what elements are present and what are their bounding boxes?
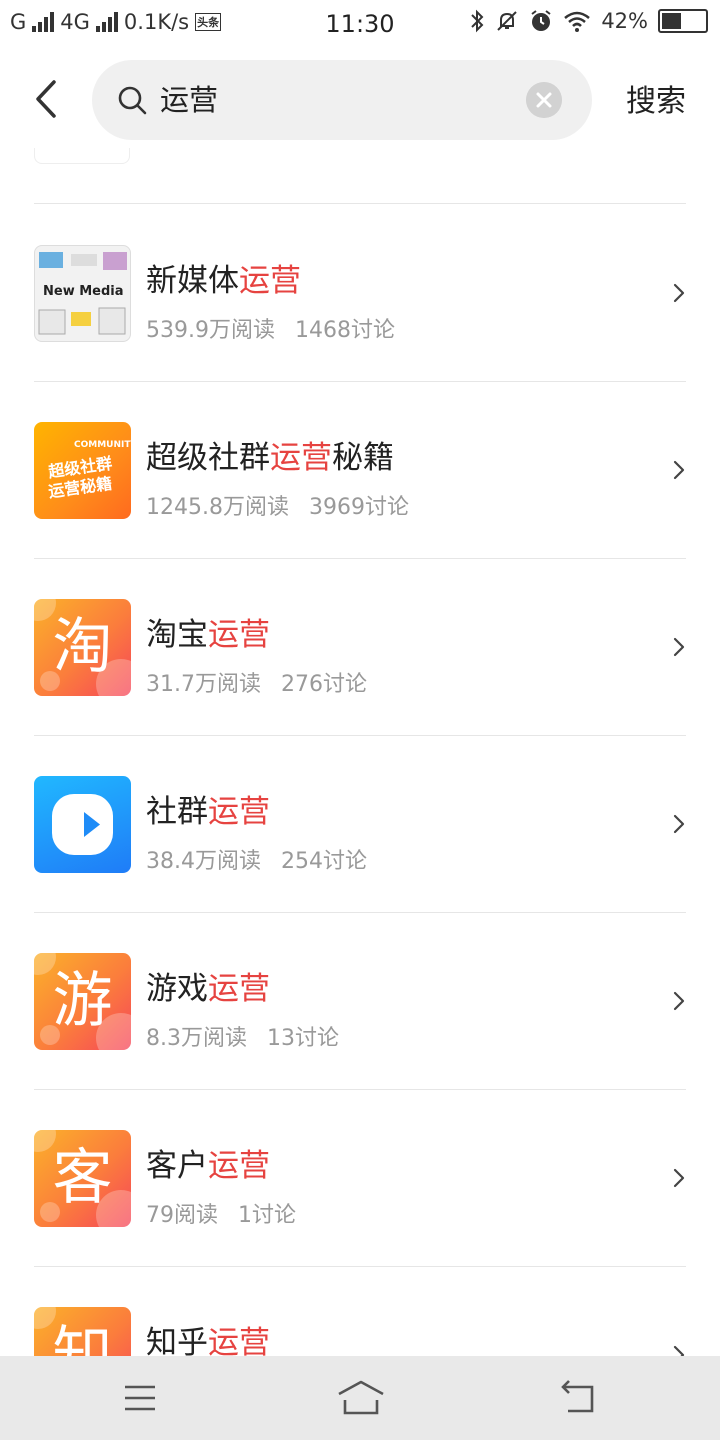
chevron-right-icon (673, 1168, 685, 1188)
list-item-title: 淘宝运营 (146, 609, 270, 654)
list-item[interactable]: New Media 新媒体运营 539.9万阅读 1468讨论 (34, 205, 686, 382)
back-arrow-icon[interactable] (24, 74, 68, 124)
list-item-title: 新媒体运营 (146, 255, 301, 300)
title-keyword: 运营 (270, 440, 332, 476)
title-keyword: 运营 (208, 1148, 270, 1184)
list-item-partial[interactable] (34, 148, 686, 204)
title-keyword: 运营 (208, 971, 270, 1007)
thumbnail-title: New Media (43, 284, 124, 299)
list-item-title: 超级社群运营秘籍 (146, 432, 394, 477)
list-item-meta: 38.4万阅读 254讨论 (146, 843, 367, 875)
title-keyword: 运营 (208, 794, 270, 830)
menu-icon[interactable] (120, 1378, 160, 1418)
result-rows: New Media 新媒体运营 539.9万阅读 1468讨论 COMMUNITY 超级社… (0, 205, 720, 1356)
list-item[interactable]: 知知乎运营 (34, 1267, 686, 1356)
thumbnail-char: 知 (52, 1320, 113, 1356)
title-prefix: 新媒体 (146, 263, 239, 299)
play-logo-thumbnail (34, 776, 131, 873)
clear-icon[interactable] (526, 82, 562, 118)
read-count: 539.9万阅读 (146, 318, 275, 343)
list-item[interactable]: 游游戏运营 8.3万阅读 13讨论 (34, 913, 686, 1090)
title-keyword: 运营 (239, 263, 301, 299)
read-count: 8.3万阅读 (146, 1026, 247, 1051)
char-thumbnail: 淘 (34, 599, 131, 696)
list-item-meta: 8.3万阅读 13讨论 (146, 1020, 339, 1052)
char-thumbnail: 知 (34, 1307, 131, 1356)
chevron-right-icon (673, 637, 685, 657)
mute-bell-icon (497, 11, 518, 31)
thumbnail-caption: COMMUNITY (74, 440, 131, 450)
discussion-count: 13讨论 (267, 1026, 339, 1051)
title-suffix: 秘籍 (332, 440, 394, 476)
bluetooth-icon (471, 9, 484, 33)
battery-percent: 42% (601, 9, 648, 33)
community-thumbnail: COMMUNITY 超级社群 运营秘籍 (34, 422, 131, 519)
alarm-icon (531, 10, 551, 31)
home-icon[interactable] (337, 1378, 385, 1418)
read-count: 79阅读 (146, 1203, 218, 1228)
discussion-count: 276讨论 (281, 672, 367, 697)
search-box[interactable] (92, 60, 592, 140)
list-item-title: 社群运营 (146, 786, 270, 831)
chevron-right-icon (673, 460, 685, 480)
list-item-meta: 539.9万阅读 1468讨论 (146, 312, 395, 344)
status-right: 42% (469, 9, 708, 33)
chevron-right-icon (673, 814, 685, 834)
status-bar: G 4G 0.1K/s 头条 11:30 42% (0, 0, 720, 50)
system-nav-bar (0, 1356, 720, 1440)
title-keyword: 运营 (208, 617, 270, 653)
list-item-meta: 31.7万阅读 276讨论 (146, 666, 367, 698)
chevron-right-icon (673, 991, 685, 1011)
wifi-icon (564, 11, 591, 32)
title-prefix: 知乎 (146, 1325, 208, 1356)
search-header: 搜索 (0, 52, 720, 148)
read-count: 38.4万阅读 (146, 849, 261, 874)
chevron-right-icon (673, 1345, 685, 1356)
list-item[interactable]: 淘淘宝运营 31.7万阅读 276讨论 (34, 559, 686, 736)
thumbnail-char: 淘 (52, 612, 113, 682)
thumbnail-char: 客 (52, 1143, 113, 1213)
char-thumbnail: 游 (34, 953, 131, 1050)
discussion-count: 254讨论 (281, 849, 367, 874)
read-count: 31.7万阅读 (146, 672, 261, 697)
read-count: 1245.8万阅读 (146, 495, 289, 520)
list-item[interactable]: COMMUNITY 超级社群 运营秘籍 超级社群运营秘籍 1245.8万阅读 3969讨论 (34, 382, 686, 559)
battery-icon (658, 9, 708, 33)
discussion-count: 1讨论 (238, 1203, 296, 1228)
title-prefix: 淘宝 (146, 617, 208, 653)
back-nav-icon[interactable] (558, 1378, 598, 1418)
title-prefix: 游戏 (146, 971, 208, 1007)
new-media-thumbnail: New Media (34, 245, 131, 342)
title-prefix: 超级社群 (146, 440, 270, 476)
list-item-title: 客户运营 (146, 1140, 270, 1185)
discussion-count: 3969讨论 (308, 495, 409, 520)
chevron-right-icon (673, 283, 685, 303)
list-item-thumbnail (34, 148, 130, 164)
list-item-meta: 1245.8万阅读 3969讨论 (146, 489, 409, 521)
list-item[interactable]: 社群运营 38.4万阅读 254讨论 (34, 736, 686, 913)
search-input[interactable] (160, 60, 510, 140)
discussion-count: 1468讨论 (294, 318, 395, 343)
list-item-title: 游戏运营 (146, 963, 270, 1008)
search-button[interactable]: 搜索 (626, 76, 686, 120)
title-prefix: 客户 (146, 1148, 208, 1184)
results-list[interactable]: New Media 新媒体运营 539.9万阅读 1468讨论 COMMUNITY 超级社… (0, 148, 720, 1356)
search-icon (118, 86, 147, 115)
list-item-title: 知乎运营 (146, 1317, 270, 1356)
thumbnail-char: 游 (52, 966, 113, 1036)
list-item[interactable]: 客客户运营 79阅读 1讨论 (34, 1090, 686, 1267)
char-thumbnail: 客 (34, 1130, 131, 1227)
list-item-meta: 79阅读 1讨论 (146, 1197, 296, 1229)
title-prefix: 社群 (146, 794, 208, 830)
title-keyword: 运营 (208, 1325, 270, 1356)
